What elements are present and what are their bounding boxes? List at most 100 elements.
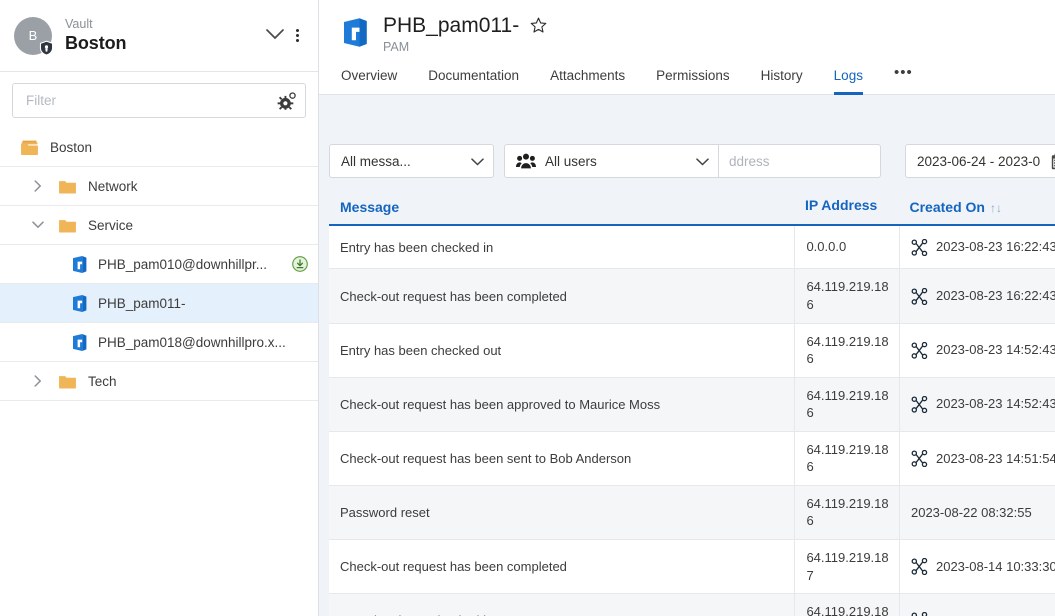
chevron-down-icon — [696, 154, 709, 169]
cell-message: Check-out request has been completed — [329, 539, 795, 593]
cell-ip-address: 64.119.219.186 — [795, 323, 900, 377]
sitemap-icon — [911, 342, 928, 359]
sitemap-icon — [911, 612, 928, 616]
pam-entry-icon — [71, 294, 88, 313]
tree-item-label: Service — [88, 218, 318, 233]
sort-indicator-icon[interactable]: ↑↓ — [990, 201, 1002, 215]
tab-documentation[interactable]: Documentation — [428, 68, 519, 95]
cell-created-on-text: 2023-08-23 14:52:43 — [936, 395, 1055, 413]
cell-ip-address: 64.119.219.187 — [795, 594, 900, 616]
cell-message: Entry has been checked in — [329, 594, 795, 616]
tree-item-label: PHB_pam010@downhillpr... — [98, 257, 292, 272]
users-icon — [516, 153, 536, 169]
tree-item-boston[interactable]: Boston — [0, 128, 318, 167]
cell-ip-address: 64.119.219.186 — [795, 269, 900, 323]
table-row[interactable]: Check-out request has been completed 64.… — [329, 539, 1055, 593]
chevron-down-icon[interactable] — [30, 217, 46, 233]
tree-item-pam018[interactable]: PHB_pam018@downhillpro.x... — [0, 323, 318, 362]
vault-tree: Boston Network — [0, 128, 318, 616]
cell-message: Check-out request has been approved to M… — [329, 377, 795, 431]
tree-item-label: Network — [88, 179, 318, 194]
message-filter-value: All messa... — [341, 154, 463, 169]
cell-ip-address: 64.119.219.186 — [795, 377, 900, 431]
cell-message: Password reset — [329, 485, 795, 539]
cell-created-on: 2023-08-23 14:52:43 — [899, 323, 1055, 377]
filter-settings-gear-icon[interactable] — [277, 92, 297, 110]
table-row[interactable]: Check-out request has been sent to Bob A… — [329, 431, 1055, 485]
message-filter-select[interactable]: All messa... — [329, 144, 494, 178]
table-row[interactable]: Entry has been checked in 0.0.0.0 — [329, 225, 1055, 269]
folder-icon — [58, 179, 77, 194]
tree-item-pam010[interactable]: PHB_pam010@downhillpr... — [0, 245, 318, 284]
filter-input[interactable] — [24, 92, 277, 109]
main-panel: PHB_pam011- PAM — [319, 0, 1055, 616]
table-row[interactable]: Password reset 64.119.219.186 2023-08-22… — [329, 485, 1055, 539]
vault-expand-button[interactable] — [261, 23, 289, 48]
cell-created-on: 2023-08-23 16:22:43 — [899, 269, 1055, 323]
refresh-row — [319, 95, 1055, 132]
tree-item-label: PHB_pam018@downhillpro.x... — [98, 335, 318, 350]
cell-created-on: 2023-08-23 14:51:54 — [899, 431, 1055, 485]
app-root: B Vault Boston — [0, 0, 1055, 616]
user-filter-value: All users — [545, 154, 688, 169]
user-filter-select[interactable]: All users — [504, 144, 719, 178]
sitemap-icon — [911, 558, 928, 575]
tab-permissions[interactable]: Permissions — [656, 68, 730, 95]
vault-avatar: B — [14, 17, 52, 55]
vault-label: Vault — [65, 18, 261, 31]
tab-attachments[interactable]: Attachments — [550, 68, 625, 95]
date-range-picker[interactable]: 2023-06-24 - 2023-0 — [905, 144, 1055, 178]
tree-item-label: Tech — [88, 374, 318, 389]
tab-overflow-button[interactable]: ••• — [894, 64, 913, 95]
tab-history[interactable]: History — [761, 68, 803, 95]
tree-item-tech[interactable]: Tech — [0, 362, 318, 401]
calendar-icon — [1051, 153, 1055, 170]
tab-logs[interactable]: Logs — [834, 68, 863, 95]
sitemap-icon — [911, 450, 928, 467]
cell-created-on-text: 2023-08-14 10:33:30 — [936, 612, 1055, 616]
column-header-created-on[interactable]: Created On ↑↓ — [899, 196, 1055, 225]
log-filters: All messa... — [319, 132, 1055, 178]
page-subtitle: PAM — [383, 40, 1055, 54]
star-outline-icon[interactable] — [530, 17, 547, 34]
vault-header: B Vault Boston — [0, 0, 318, 72]
logs-table-wrap: Message IP Address Created On ↑↓ Created … — [329, 196, 1055, 616]
table-row[interactable]: Entry has been checked in 64.119.219.187 — [329, 594, 1055, 616]
checkout-status-icon — [292, 256, 308, 272]
table-row[interactable]: Check-out request has been completed 64.… — [329, 269, 1055, 323]
cell-message: Entry has been checked out — [329, 323, 795, 377]
tree-item-pam011[interactable]: PHB_pam011- — [0, 284, 318, 323]
vault-name: Boston — [65, 34, 261, 53]
logs-content: All messa... — [319, 95, 1055, 616]
sitemap-icon — [911, 288, 928, 305]
sitemap-icon — [911, 396, 928, 413]
entry-header: PHB_pam011- PAM — [319, 0, 1055, 95]
cell-message: Check-out request has been sent to Bob A… — [329, 431, 795, 485]
chevron-right-icon[interactable] — [30, 373, 46, 389]
cell-message: Check-out request has been completed — [329, 269, 795, 323]
cell-created-on: 2023-08-23 16:22:43 — [899, 225, 1055, 269]
column-header-message[interactable]: Message — [329, 196, 795, 225]
cell-ip-address: 64.119.219.186 — [795, 431, 900, 485]
tab-overview[interactable]: Overview — [341, 68, 397, 95]
folder-icon — [58, 218, 77, 233]
cell-created-on: 2023-08-14 10:33:30 — [899, 594, 1055, 616]
tab-bar: Overview Documentation Attachments Permi… — [319, 54, 1055, 95]
chevron-right-icon[interactable] — [30, 178, 46, 194]
tree-item-service[interactable]: Service — [0, 206, 318, 245]
vault-more-menu-button[interactable] — [289, 29, 306, 42]
column-header-created-on-label: Created On — [909, 199, 984, 215]
column-header-ip-address[interactable]: IP Address — [795, 196, 900, 225]
ip-address-filter-input[interactable]: ddress — [719, 144, 881, 178]
tree-item-network[interactable]: Network — [0, 167, 318, 206]
filter-box[interactable] — [12, 83, 306, 118]
page-title-wrap: PHB_pam011- — [383, 14, 1055, 37]
shield-badge-icon — [39, 40, 54, 56]
pam-entry-icon — [71, 255, 88, 274]
sitemap-icon — [911, 239, 928, 256]
vault-titles: Vault Boston — [65, 18, 261, 52]
title-text: PHB_pam011- PAM — [383, 14, 1055, 54]
table-row[interactable]: Check-out request has been approved to M… — [329, 377, 1055, 431]
table-row[interactable]: Entry has been checked out 64.119.219.18… — [329, 323, 1055, 377]
cell-created-on: 2023-08-22 08:32:55 — [899, 485, 1055, 539]
